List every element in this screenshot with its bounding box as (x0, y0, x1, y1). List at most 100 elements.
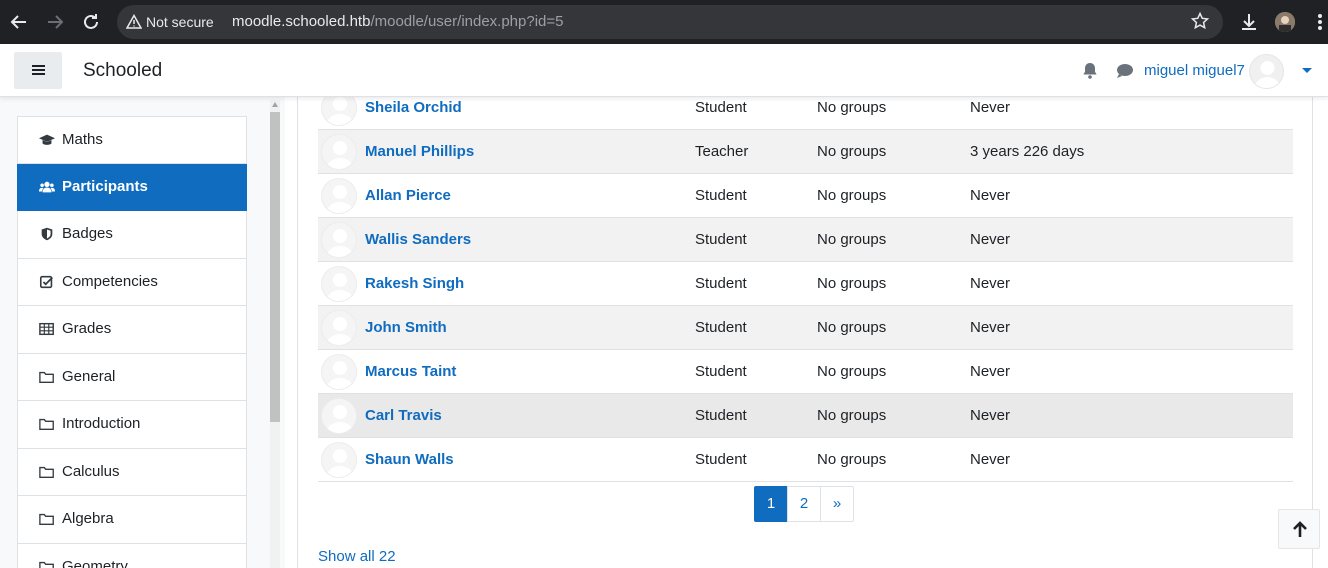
table-bottom-border (318, 481, 1293, 482)
table-row: Shaun Walls Student No groups Never (318, 437, 1293, 481)
shield-icon (41, 227, 53, 241)
drawer-item-calculus[interactable]: Calculus (17, 448, 247, 496)
user-avatar[interactable] (1249, 54, 1284, 89)
next-page-button[interactable]: » (820, 486, 854, 522)
table-row: John Smith Student No groups Never (318, 305, 1293, 349)
participant-role: Student (695, 319, 747, 336)
drawer-item-label: Maths (62, 131, 103, 148)
drawer-scrollbar[interactable] (270, 100, 280, 568)
participant-last-access: Never (970, 407, 1011, 424)
drawer-toggle-button[interactable] (14, 52, 62, 89)
participant-role: Student (695, 451, 747, 468)
participant-name-link[interactable]: Allan Pierce (365, 174, 451, 217)
participant-name-link[interactable]: Marcus Taint (365, 350, 456, 393)
participant-avatar[interactable] (321, 354, 357, 390)
table-row: Rakesh Singh Student No groups Never (318, 261, 1293, 305)
security-label[interactable]: Not secure (146, 5, 214, 39)
folder-icon (39, 466, 54, 478)
nav-drawer: Maths Participants Badges Competencies G… (0, 97, 285, 568)
participant-role: Student (695, 187, 747, 204)
participant-groups: No groups (817, 143, 887, 160)
participant-groups: No groups (817, 319, 887, 336)
participant-avatar[interactable] (321, 134, 357, 170)
participant-avatar[interactable] (321, 178, 357, 214)
table-row: Carl Travis Student No groups Never (318, 393, 1293, 437)
url-path: /moodle/user/index.php?id=5 (370, 13, 564, 30)
show-all-link[interactable]: Show all 22 (318, 548, 396, 565)
drawer-item-label: Participants (62, 177, 148, 195)
drawer-item-participants[interactable]: Participants (17, 163, 247, 211)
participant-name-link[interactable]: John Smith (365, 306, 447, 349)
table-row: Manuel Phillips Teacher No groups 3 year… (318, 129, 1293, 173)
drawer-item-label: General (62, 367, 116, 385)
download-icon[interactable] (1238, 10, 1260, 34)
user-menu-caret-icon[interactable] (1302, 68, 1312, 73)
participant-groups: No groups (817, 363, 887, 380)
participant-last-access: Never (970, 451, 1011, 468)
participant-role: Student (695, 407, 747, 424)
main-content: Sheila Orchid Student No groups Never Ma… (297, 85, 1313, 568)
bookmark-star-icon[interactable] (1189, 11, 1211, 33)
drawer-item-introduction[interactable]: Introduction (17, 401, 247, 449)
participant-last-access: Never (970, 231, 1011, 248)
drawer-item-label: Calculus (62, 462, 120, 480)
folder-icon (39, 513, 54, 525)
participant-last-access: 3 years 226 days (970, 143, 1085, 160)
back-to-top-button[interactable] (1278, 509, 1320, 549)
address-bar[interactable]: Not secure moodle.schooled.htb/moodle/us… (117, 5, 1223, 39)
table-row: Allan Pierce Student No groups Never (318, 173, 1293, 217)
drawer-item-grades[interactable]: Grades (17, 306, 247, 354)
participant-name-link[interactable]: Manuel Phillips (365, 130, 474, 173)
participants-table: Sheila Orchid Student No groups Never Ma… (318, 85, 1293, 482)
participant-last-access: Never (970, 363, 1011, 380)
hamburger-icon (32, 65, 45, 67)
user-menu-name[interactable]: miguel miguel7 (1144, 44, 1245, 97)
participant-groups: No groups (817, 187, 887, 204)
hamburger-line (32, 73, 45, 75)
notifications-bell-icon[interactable] (1082, 62, 1098, 79)
forward-arrow-icon[interactable] (43, 10, 67, 34)
participant-avatar[interactable] (321, 398, 357, 434)
url-text[interactable]: moodle.schooled.htb/moodle/user/index.ph… (232, 5, 564, 39)
participant-name-link[interactable]: Carl Travis (365, 394, 442, 437)
participant-avatar[interactable] (321, 310, 357, 346)
browser-menu-icon[interactable] (1314, 10, 1326, 34)
page-1-button[interactable]: 1 (754, 486, 788, 522)
page-2-button[interactable]: 2 (787, 486, 821, 522)
participant-name-link[interactable]: Shaun Walls (365, 438, 454, 481)
table-row: Marcus Taint Student No groups Never (318, 349, 1293, 393)
reload-icon[interactable] (79, 10, 103, 34)
participant-avatar[interactable] (321, 266, 357, 302)
participant-groups: No groups (817, 407, 887, 424)
scroll-up-arrow-icon[interactable] (272, 102, 278, 107)
users-icon (39, 181, 55, 192)
participant-role: Student (695, 231, 747, 248)
hamburger-line (32, 69, 45, 71)
drawer-item-maths[interactable]: Maths (17, 116, 247, 164)
drawer-item-badges[interactable]: Badges (17, 211, 247, 259)
warning-icon[interactable] (126, 14, 142, 30)
drawer-item-label: Grades (62, 320, 112, 337)
drawer-item-general[interactable]: General (17, 353, 247, 401)
back-arrow-icon[interactable] (7, 10, 31, 34)
arrow-up-icon (1293, 521, 1307, 537)
folder-icon (39, 561, 54, 568)
participant-avatar[interactable] (321, 222, 357, 258)
scrollbar-thumb[interactable] (270, 112, 280, 422)
participant-name-link[interactable]: Rakesh Singh (365, 262, 464, 305)
pagination: 1 2 » (754, 486, 854, 522)
drawer-item-geometry[interactable]: Geometry (17, 543, 247, 568)
participant-avatar[interactable] (321, 442, 357, 478)
drawer-item-competencies[interactable]: Competencies (17, 258, 247, 306)
drawer-list: Maths Participants Badges Competencies G… (17, 116, 247, 568)
messages-chat-icon[interactable] (1116, 63, 1134, 79)
site-name[interactable]: Schooled (83, 44, 162, 97)
participant-role: Student (695, 275, 747, 292)
table-icon (39, 322, 54, 336)
browser-profile-avatar[interactable] (1275, 12, 1295, 32)
drawer-item-label: Badges (62, 225, 113, 242)
participant-groups: No groups (817, 275, 887, 292)
drawer-item-algebra[interactable]: Algebra (17, 496, 247, 544)
participant-groups: No groups (817, 231, 887, 248)
participant-name-link[interactable]: Wallis Sanders (365, 218, 471, 261)
